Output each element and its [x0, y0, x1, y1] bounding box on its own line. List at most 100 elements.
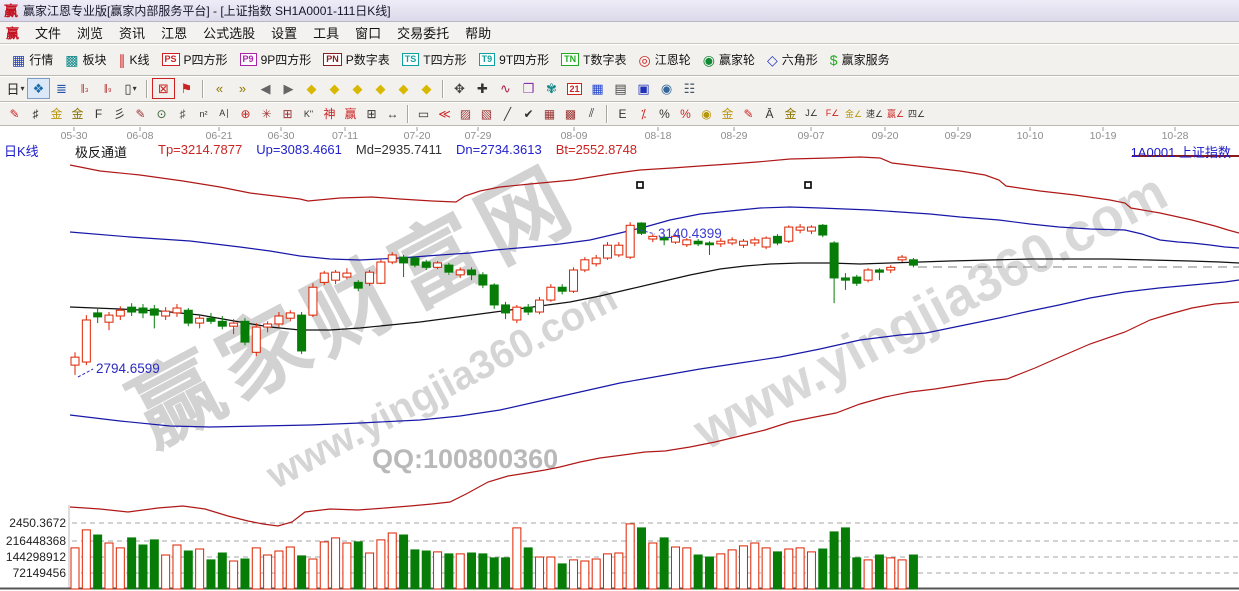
tb-p-square[interactable]: PSP四方形 — [156, 48, 234, 71]
kline-3-icon[interactable]: ∥₃ — [74, 79, 95, 98]
angle-line-tool-icon[interactable]: A∣ — [215, 105, 234, 122]
nav-last-icon[interactable]: » — [232, 79, 253, 98]
tb-winner-wheel[interactable]: ◉赢家轮 — [697, 48, 761, 71]
menu-gann[interactable]: 江恩 — [153, 21, 195, 44]
diamond-expand-icon[interactable]: ◆ — [347, 79, 368, 98]
menu-formula-select[interactable]: 公式选股 — [195, 21, 263, 44]
angle-four-tool-icon[interactable]: 四∠ — [907, 105, 926, 122]
tb-winner-service[interactable]: $赢家服务 — [824, 48, 896, 71]
period-day-dropdown-icon[interactable]: 日▾ — [5, 79, 26, 98]
gold-circle-tool-icon[interactable]: ◉ — [697, 105, 716, 122]
percent-tool-icon[interactable]: % — [655, 105, 674, 122]
angle-j-tool-icon[interactable]: J∠ — [802, 105, 821, 122]
channel-marker — [805, 182, 811, 188]
tb-quotes[interactable]: ▦行情 — [6, 48, 59, 71]
percent-line-tool-icon[interactable]: % — [676, 105, 695, 122]
gold-parallel-tool-icon[interactable]: 金 — [781, 105, 800, 122]
chart-layout-icon[interactable]: ❖ — [28, 79, 49, 98]
pattern-select-icon[interactable]: ⊠ — [153, 79, 174, 98]
shen-tool-icon[interactable]: 神 — [320, 105, 339, 122]
diamond-all-icon[interactable]: ◆ — [416, 79, 437, 98]
menu-settings[interactable]: 设置 — [263, 21, 305, 44]
width-measure-tool-icon[interactable]: ↔ — [383, 105, 402, 122]
nav-next-icon[interactable]: ▶ — [278, 79, 299, 98]
diamond-shift-left-icon[interactable]: ◆ — [301, 79, 322, 98]
pan-hand-icon[interactable]: ✥ — [449, 79, 470, 98]
tb-sectors[interactable]: ▩板块 — [59, 48, 112, 71]
calculator-icon[interactable]: ▦ — [587, 79, 608, 98]
menu-file[interactable]: 文件 — [27, 21, 69, 44]
gann-grid-tool-icon[interactable]: ♯ — [26, 105, 45, 122]
tb-hexagon[interactable]: ◇六角形 — [761, 48, 824, 71]
axis-label: 216448368 — [6, 534, 66, 548]
tb-gann-wheel[interactable]: ◎江恩轮 — [633, 48, 697, 71]
notes-icon[interactable]: ≣ — [51, 79, 72, 98]
angle-f-tool-icon[interactable]: F∠ — [823, 105, 842, 122]
gold-line-tool-icon[interactable]: 金 — [718, 105, 737, 122]
calendar-icon[interactable]: 21 — [564, 79, 585, 98]
nav-prev-icon[interactable]: ◀ — [255, 79, 276, 98]
gann-box-tool-icon[interactable]: ⊞ — [278, 105, 297, 122]
wave5-tool-icon[interactable]: 彡 — [110, 105, 129, 122]
square-of-nine-tool-icon[interactable]: n² — [194, 105, 213, 122]
e-measure-tool-icon[interactable]: Ε — [613, 105, 632, 122]
angle-ying-tool-icon[interactable]: 赢∠ — [886, 105, 905, 122]
tb-t-table[interactable]: TNT数字表 — [555, 48, 632, 71]
grid-dense-tool-icon[interactable]: ▩ — [561, 105, 580, 122]
channel-tool-icon[interactable]: Ā — [760, 105, 779, 122]
ying-tool-icon[interactable]: 赢 — [341, 105, 360, 122]
number-grid-tool-icon[interactable]: ⊞ — [362, 105, 381, 122]
diamond-contract-icon[interactable]: ◆ — [370, 79, 391, 98]
report-icon[interactable]: ▤ — [610, 79, 631, 98]
fractal-tool-icon[interactable]: ✾ — [541, 79, 562, 98]
tb-9p-square[interactable]: P99P四方形 — [234, 48, 318, 71]
menu-trade[interactable]: 交易委托 — [389, 21, 457, 44]
menu-help[interactable]: 帮助 — [457, 21, 499, 44]
wave-tool-icon[interactable]: ∿ — [495, 79, 516, 98]
crosshair-icon[interactable]: ✚ — [472, 79, 493, 98]
tb-9t-square[interactable]: T99T四方形 — [473, 48, 556, 71]
print-icon[interactable]: ☷ — [679, 79, 700, 98]
capture-icon[interactable]: ◉ — [656, 79, 677, 98]
trend-line-tool-icon[interactable]: ╱ — [498, 105, 517, 122]
speed-fan-tool-icon[interactable]: ≪ — [435, 105, 454, 122]
tb-kline[interactable]: ∥K线 — [113, 48, 156, 71]
candle-draw-tool-icon[interactable]: ✎ — [739, 105, 758, 122]
gann-box2-tool-icon[interactable]: ▨ — [456, 105, 475, 122]
chart-canvas[interactable]: 2450.36722164483681442989127214945605-30… — [0, 126, 1239, 591]
gann-circle-tool-icon[interactable]: ⊕ — [236, 105, 255, 122]
menu-window[interactable]: 窗口 — [347, 21, 389, 44]
candle-body — [524, 307, 532, 312]
candle-style-dropdown-icon[interactable]: ▯▾ — [120, 79, 141, 98]
menu-tools[interactable]: 工具 — [305, 21, 347, 44]
select-box-tool-icon[interactable]: ▭ — [414, 105, 433, 122]
time-grid-tool-icon[interactable]: ♯ — [173, 105, 192, 122]
percent7-tool-icon[interactable]: ⁒ — [634, 105, 653, 122]
volume-bar — [513, 528, 521, 589]
tb-p-table[interactable]: PNP数字表 — [317, 48, 396, 71]
parallel-lines-tool-icon[interactable]: ⫽ — [582, 105, 601, 122]
fibonacci-tool-icon[interactable]: F — [89, 105, 108, 122]
save-icon[interactable]: ▣ — [633, 79, 654, 98]
note-tool-icon[interactable]: K" — [299, 105, 318, 122]
nav-first-icon[interactable]: « — [209, 79, 230, 98]
angle-gold-tool-icon[interactable]: 金∠ — [844, 105, 863, 122]
diamond-updown-icon[interactable]: ◆ — [393, 79, 414, 98]
golden-section-tool-icon[interactable]: 金 — [47, 105, 66, 122]
tb-t-square[interactable]: TST四方形 — [396, 48, 473, 71]
angle-speed-tool-icon[interactable]: 速∠ — [865, 105, 884, 122]
pencil-tool-icon[interactable]: ✎ — [5, 105, 24, 122]
menu-news[interactable]: 资讯 — [111, 21, 153, 44]
color-flag-icon[interactable]: ⚑ — [176, 79, 197, 98]
pattern-box-icon[interactable]: ❒ — [518, 79, 539, 98]
grid-fill-tool-icon[interactable]: ▦ — [540, 105, 559, 122]
kline-9-icon[interactable]: ∥₉ — [97, 79, 118, 98]
spider-web-tool-icon[interactable]: ✳ — [257, 105, 276, 122]
menu-browse[interactable]: 浏览 — [69, 21, 111, 44]
wave-check-tool-icon[interactable]: ✔ — [519, 105, 538, 122]
diamond-shift-right-icon[interactable]: ◆ — [324, 79, 345, 98]
hatch-box-tool-icon[interactable]: ▧ — [477, 105, 496, 122]
red-pencil-tool-icon[interactable]: ✎ — [131, 105, 150, 122]
cycle-tool-icon[interactable]: ⊙ — [152, 105, 171, 122]
golden-ratio-tool-icon[interactable]: 金 — [68, 105, 87, 122]
